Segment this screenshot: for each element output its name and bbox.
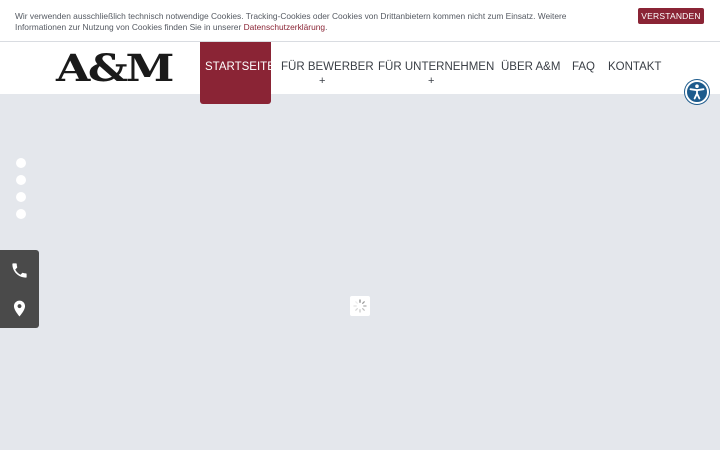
loading-spinner: [350, 296, 370, 316]
cookie-notice-bar: Wir verwenden ausschließlich technisch n…: [0, 0, 720, 42]
accessibility-button[interactable]: [685, 80, 709, 104]
nav-item-faq[interactable]: FAQ: [572, 42, 596, 94]
cookie-notice-end: .: [325, 22, 328, 32]
phone-button[interactable]: [10, 261, 29, 280]
accessibility-icon: [689, 84, 705, 100]
slider-dot[interactable]: [16, 175, 26, 185]
nav-label-faq: FAQ: [572, 61, 596, 73]
cookie-notice-text: Wir verwenden ausschließlich technisch n…: [15, 11, 615, 33]
nav-item-fuer-unternehmen[interactable]: FÜR UNTERNEHMEN +: [378, 42, 494, 94]
nav-label-startseite: STARTSEITE: [205, 61, 275, 73]
nav-item-fuer-bewerber[interactable]: FÜR BEWERBER +: [281, 42, 374, 94]
spinner-icon: [353, 299, 367, 313]
privacy-policy-link[interactable]: Datenschutzerklärung: [244, 22, 325, 32]
nav-label-kontakt: KONTAKT: [608, 61, 662, 73]
nav-item-ueber-am[interactable]: ÜBER A&M: [501, 42, 561, 94]
submenu-plus-icon[interactable]: +: [428, 75, 434, 87]
side-contact-panel: [0, 250, 39, 328]
site-header: A&M & STARTSEITE FÜR BEWERBER + FÜR UNTE…: [0, 42, 720, 104]
submenu-plus-icon[interactable]: +: [319, 75, 325, 87]
cookie-accept-button[interactable]: VERSTANDEN: [638, 8, 704, 24]
phone-icon: [12, 263, 27, 278]
slider-dot[interactable]: [16, 158, 26, 168]
nav-label-ueber-am: ÜBER A&M: [501, 61, 561, 73]
nav-item-kontakt[interactable]: KONTAKT: [608, 42, 662, 94]
location-button[interactable]: [10, 299, 29, 318]
nav-label-fuer-unternehmen: FÜR UNTERNEHMEN: [378, 61, 495, 73]
slider-dot[interactable]: [16, 192, 26, 202]
location-pin-icon: [13, 300, 26, 317]
brand-logo: A&M &: [55, 50, 173, 86]
slider-dot[interactable]: [16, 209, 26, 219]
nav-item-startseite[interactable]: STARTSEITE: [200, 42, 275, 104]
nav-label-fuer-bewerber: FÜR BEWERBER: [281, 61, 374, 73]
